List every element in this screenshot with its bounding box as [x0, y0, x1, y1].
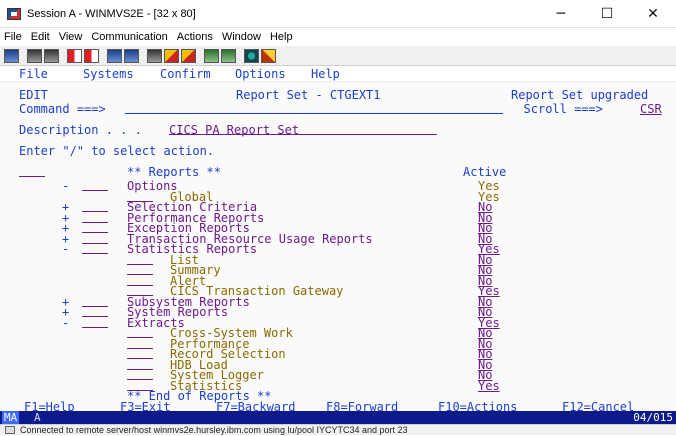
stop-icon[interactable] [181, 48, 196, 63]
menu-communication[interactable]: Communication [91, 31, 167, 43]
status-message: Report Set upgraded [511, 88, 649, 102]
connection-icon [5, 426, 15, 434]
minimize-button[interactable]: ─ [538, 0, 584, 28]
scroll-label: Scroll ===> [523, 102, 603, 116]
maximize-button[interactable]: ☐ [584, 0, 630, 28]
description-input[interactable]: CICS PA Report Set [169, 123, 437, 137]
report-row: Statistics Yes [0, 379, 676, 393]
paste-icon[interactable] [44, 48, 59, 63]
menu-help[interactable]: Help [270, 31, 293, 43]
action-options[interactable]: Options [235, 67, 286, 81]
customize-icon[interactable] [244, 48, 259, 63]
active-value[interactable]: Yes [478, 379, 500, 393]
action-help[interactable]: Help [311, 67, 340, 81]
command-input[interactable] [125, 102, 503, 114]
terminal-screen[interactable]: File Systems Confirm Options Help EDIT R… [0, 66, 676, 414]
menu-window[interactable]: Window [222, 31, 261, 43]
macro-play-icon[interactable] [147, 48, 162, 63]
description-label: Description . . . [19, 123, 142, 137]
toolbar [0, 46, 676, 66]
status-bar: Connected to remote server/host winmvs2e… [0, 424, 676, 435]
action-systems[interactable]: Systems [83, 67, 134, 81]
cursor-position: 04/015 [633, 411, 673, 424]
macro-record-icon[interactable] [164, 48, 179, 63]
window-titlebar: Session A - WINMVS2E - [32 x 80] ─ ☐ ✕ [0, 0, 676, 28]
oia-session: A [34, 411, 41, 424]
menu-edit[interactable]: Edit [31, 31, 50, 43]
settings-icon[interactable] [261, 48, 276, 63]
macro-icon[interactable] [204, 48, 219, 63]
menu-file[interactable]: File [4, 31, 22, 43]
mail-icon[interactable] [124, 48, 139, 63]
command-label: Command ===> [19, 102, 106, 116]
app-icon [7, 7, 21, 20]
top-select-field[interactable] [19, 165, 45, 177]
active-header: Active [463, 165, 507, 179]
status-text: Connected to remote server/host winmvs2e… [20, 425, 408, 435]
display-icon[interactable] [107, 48, 122, 63]
mode-label: EDIT [19, 88, 48, 102]
close-button[interactable]: ✕ [630, 0, 676, 28]
action-confirm[interactable]: Confirm [160, 67, 211, 81]
action-file[interactable]: File [19, 67, 48, 81]
menu-actions[interactable]: Actions [177, 31, 213, 43]
scroll-input[interactable]: CSR [640, 102, 662, 116]
oia-indicator: MA [2, 411, 20, 424]
panel-title: Report Set - CTGEXT1 [236, 88, 381, 102]
help-icon[interactable] [221, 48, 236, 63]
menubar: File Edit View Communication Actions Win… [0, 28, 676, 46]
reports-header: ** Reports ** [127, 165, 221, 179]
menu-view[interactable]: View [59, 31, 83, 43]
window-title: Session A - WINMVS2E - [32 x 80] [27, 7, 196, 20]
print-icon[interactable] [4, 48, 19, 63]
operator-info-area: MA A 04/015 [0, 411, 676, 424]
instruction-text: Enter "/" to select action. [19, 144, 215, 158]
copy-icon[interactable] [27, 48, 42, 63]
ispf-action-bar: File Systems Confirm Options Help [0, 66, 676, 82]
receive-icon[interactable] [84, 48, 99, 63]
send-icon[interactable] [67, 48, 82, 63]
